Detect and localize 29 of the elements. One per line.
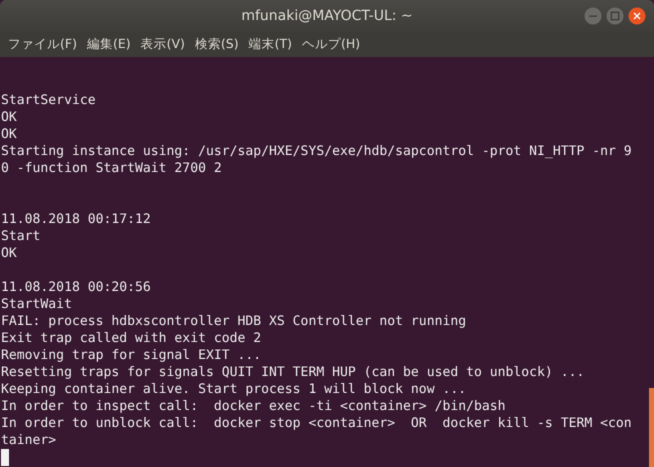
terminal-line: Removing trap for signal EXIT ...: [1, 347, 262, 364]
terminal-line: StartService: [1, 92, 96, 109]
terminal-line: Start: [1, 228, 40, 245]
menu-item[interactable]: 編集(E): [82, 36, 136, 53]
scrollbar-thumb[interactable]: [649, 388, 654, 467]
terminal-line: In order to unblock call: docker stop <container> OR docker kill -s TERM <con: [1, 415, 632, 432]
terminal-line: Keeping container alive. Start process 1 will block now ...: [1, 381, 466, 398]
window-title: mfunaki@MAYOCT-UL: ~: [241, 8, 413, 24]
menu-item[interactable]: ファイル(F): [3, 36, 82, 53]
terminal-line: 0 -function StartWait 2700 2: [1, 160, 222, 177]
menu-item[interactable]: 表示(V): [136, 36, 190, 53]
menu-item[interactable]: 端末(T): [244, 36, 298, 53]
terminal-line: 11.08.2018 00:17:12: [1, 211, 151, 228]
minimize-icon[interactable]: [584, 7, 602, 25]
terminal-line: Resetting traps for signals QUIT INT TERM HUP (can be used to unblock) ...: [1, 364, 584, 381]
text-cursor: [1, 449, 9, 466]
terminal-line: In order to inspect call: docker exec -ti <container> /bin/bash: [1, 398, 506, 415]
menu-item[interactable]: ヘルプ(H): [297, 36, 366, 53]
terminal-line: Exit trap called with exit code 2: [1, 330, 262, 347]
terminal-line: FAIL: process hdbxscontroller HDB XS Controller not running: [1, 313, 466, 330]
terminal-line: tainer>: [1, 432, 56, 449]
terminal-line: 11.08.2018 00:20:56: [1, 279, 151, 296]
terminal-line: OK: [1, 109, 17, 126]
terminal-line: Starting instance using: /usr/sap/HXE/SYS/exe/hdb/sapcontrol -prot NI_HTTP -nr 9: [1, 143, 632, 160]
terminal-line: OK: [1, 126, 17, 143]
terminal-line: StartWait: [1, 296, 72, 313]
terminal-line: OK: [1, 245, 17, 262]
menu-item[interactable]: 検索(S): [190, 36, 244, 53]
close-icon[interactable]: [628, 7, 646, 25]
